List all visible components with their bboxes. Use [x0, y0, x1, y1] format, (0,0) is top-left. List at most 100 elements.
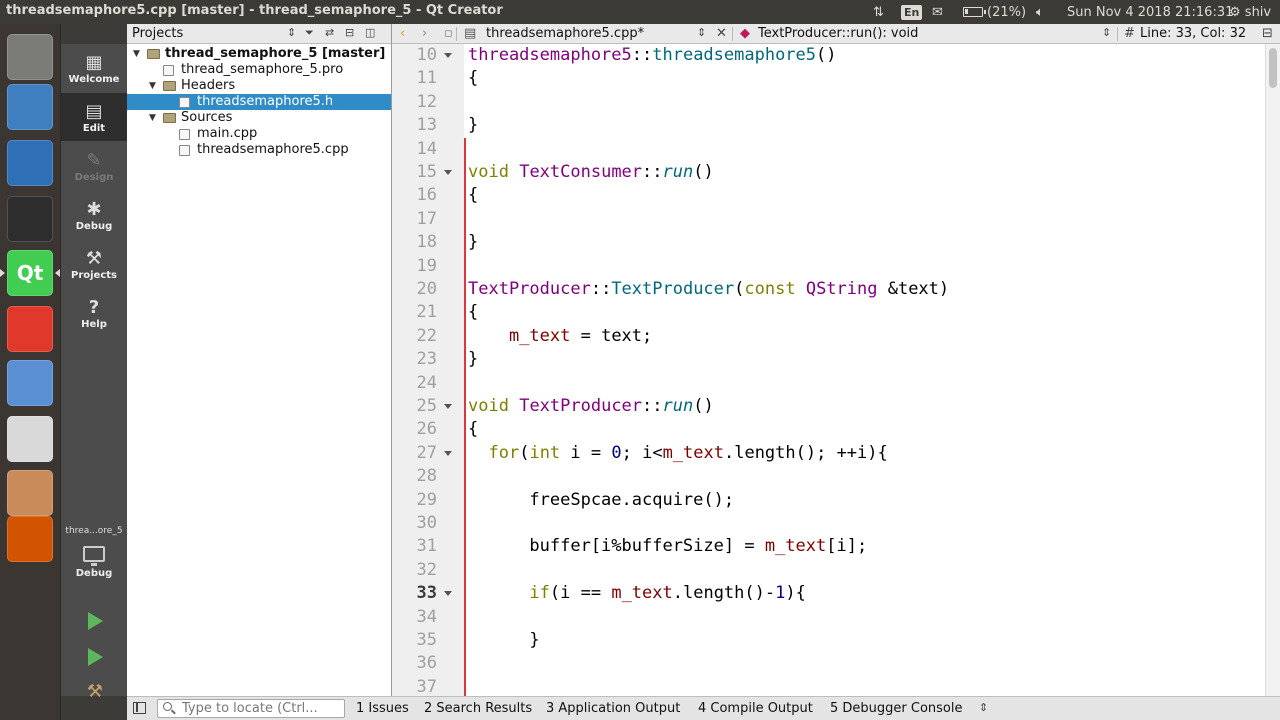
video-editor-icon[interactable]	[7, 84, 53, 130]
mode-debug[interactable]: ✱ Debug	[61, 191, 127, 239]
locator[interactable]	[157, 699, 345, 718]
media-player-icon[interactable]	[7, 140, 53, 186]
editor-scrollbar[interactable]	[1265, 44, 1280, 696]
code-token: TextProducer	[468, 279, 591, 299]
filter-icon[interactable]: ⏷	[305, 26, 314, 40]
kit-selector[interactable]: Debug	[61, 540, 127, 592]
locator-input[interactable]	[182, 701, 342, 716]
status-bar: 1 Issues 2 Search Results 3 Application Ou…	[127, 696, 1280, 720]
tree-item-source[interactable]: main.cpp	[127, 126, 391, 142]
volume-icon[interactable]: 🔈︎	[1036, 0, 1044, 24]
code-line-text: threadsemaphore5::threadsemaphore5()	[468, 44, 837, 67]
scrollbar-thumb[interactable]	[1269, 48, 1277, 88]
expand-arrow-icon[interactable]: ▼	[133, 46, 140, 62]
back-icon[interactable]: ‹	[400, 26, 405, 41]
mode-help[interactable]: ? Help	[61, 289, 127, 337]
code-line: void TextConsumer::run()	[392, 161, 1265, 184]
output-pane-button[interactable]: 4 Compile Output	[698, 701, 813, 716]
code-editor[interactable]: 10 11 12 13 14 15 16 17 18 19 20 21 22 23 24 25 26 27 28 29…	[392, 44, 1280, 696]
battery-indicator[interactable]: (21%)	[963, 0, 1026, 24]
tree-item-source[interactable]: threadsemaphore5.cpp	[127, 142, 391, 158]
lock-icon[interactable]: ▫	[444, 26, 453, 41]
run-button[interactable]	[85, 610, 105, 632]
code-line-text: if(i == m_text.length()-1){	[468, 582, 806, 605]
forward-icon[interactable]: ›	[422, 26, 427, 41]
chrome-icon[interactable]	[7, 416, 53, 462]
tree-item-label: threadsemaphore5.cpp	[197, 142, 349, 157]
debug-run-button[interactable]	[85, 646, 105, 668]
code-token: const	[744, 279, 796, 299]
expand-arrow-icon[interactable]: ▼	[149, 78, 156, 94]
split-editor-icon[interactable]: ⊟	[1262, 26, 1273, 41]
window-title: threadsemaphore5.cpp [master] - thread_s…	[6, 3, 503, 18]
kit-project-label: threa...ore_5	[65, 526, 123, 536]
code-line: buffer[i%bufferSize] = m_text[i];	[392, 535, 1265, 558]
user-menu[interactable]: ⚙ shiv	[1229, 0, 1271, 24]
line-column-indicator[interactable]: Line: 33, Col: 32	[1140, 26, 1246, 41]
output-pane-button[interactable]: 3 Application Output	[546, 701, 680, 716]
ubuntu-dash-icon[interactable]	[7, 34, 53, 80]
clock[interactable]: Sun Nov 4 2018 21:16:31	[1067, 0, 1233, 24]
tree-item-folder[interactable]: ▼ Sources	[127, 110, 391, 126]
mode-edit[interactable]: ▤ Edit	[61, 93, 127, 141]
file-icon: ▤	[464, 26, 477, 41]
code-line-text: }	[468, 348, 478, 371]
tree-item-header[interactable]: threadsemaphore5.h	[127, 94, 391, 110]
keyboard-layout-indicator[interactable]: En	[901, 0, 923, 24]
more-panes-icon[interactable]: ⇕	[979, 701, 988, 714]
symbol-selector[interactable]: TextProducer::run(): void	[758, 26, 918, 41]
file-icon	[163, 65, 174, 76]
tree-item-project[interactable]: ▼ thread_semaphore_5 [master]	[127, 46, 391, 62]
code-token: = text;	[570, 325, 653, 346]
code-token: ::	[642, 162, 663, 182]
file-manager-icon[interactable]	[7, 470, 53, 516]
output-pane-button[interactable]: 1 Issues	[356, 701, 409, 716]
document-dropdown-icon[interactable]: ⇕	[697, 26, 706, 39]
mail-icon[interactable]: ✉	[932, 0, 943, 24]
tree-item-file[interactable]: thread_semaphore_5.pro	[127, 62, 391, 78]
git-client-icon[interactable]	[7, 306, 53, 352]
code-line-text: TextProducer::TextProducer(const QString…	[468, 278, 949, 301]
split-icon[interactable]: ⊟	[345, 26, 354, 39]
stacked-apps-icon[interactable]	[7, 516, 53, 562]
virtualbox-icon[interactable]	[7, 360, 53, 406]
open-document-selector[interactable]: threadsemaphore5.cpp*	[486, 26, 644, 41]
expand-arrow-icon[interactable]: ▼	[149, 110, 156, 126]
code-token: TextProducer	[611, 279, 735, 299]
output-pane-button[interactable]: 5 Debugger Console	[830, 701, 963, 716]
network-icon[interactable]: ⇅	[873, 0, 884, 24]
tree-item-folder[interactable]: ▼ Headers	[127, 78, 391, 94]
code-line-text: }	[468, 114, 478, 137]
code-line: {	[392, 184, 1265, 207]
mode-welcome[interactable]: ▦ Welcome	[61, 44, 127, 92]
close-document-icon[interactable]: ✕	[716, 26, 727, 41]
code-token: ()	[816, 45, 837, 65]
code-line: {	[392, 301, 1265, 324]
symbol-dropdown-icon[interactable]: ⇕	[1102, 26, 1111, 39]
code-line-text: void TextConsumer::run()	[468, 161, 714, 184]
code-token: TextConsumer	[519, 162, 643, 182]
build-button[interactable]: ⚒	[85, 680, 105, 702]
close-sidebar-icon[interactable]: ◫	[365, 26, 375, 39]
terminal-icon[interactable]	[7, 196, 53, 242]
mode-design[interactable]: ✎ Design	[61, 142, 127, 190]
output-pane-button[interactable]: 2 Search Results	[424, 701, 532, 716]
focused-indicator	[55, 269, 60, 277]
folder-icon	[163, 81, 176, 91]
mode-projects[interactable]: ⚒ Projects	[61, 240, 127, 288]
view-selector-icon[interactable]: ⇕	[287, 26, 296, 39]
code-token: buffer[i%bufferSize] =	[468, 536, 765, 557]
link-editor-icon[interactable]: ⇄	[325, 26, 334, 39]
toggle-sidebar-icon[interactable]	[133, 702, 146, 714]
code-token: ){	[785, 583, 806, 604]
tree-item-label: Sources	[181, 110, 233, 125]
qt-creator-icon[interactable]: Qt	[7, 250, 53, 296]
code-line-text: {	[468, 418, 478, 441]
code-token: threadsemaphore5	[652, 45, 817, 65]
code-line: }	[392, 231, 1265, 254]
